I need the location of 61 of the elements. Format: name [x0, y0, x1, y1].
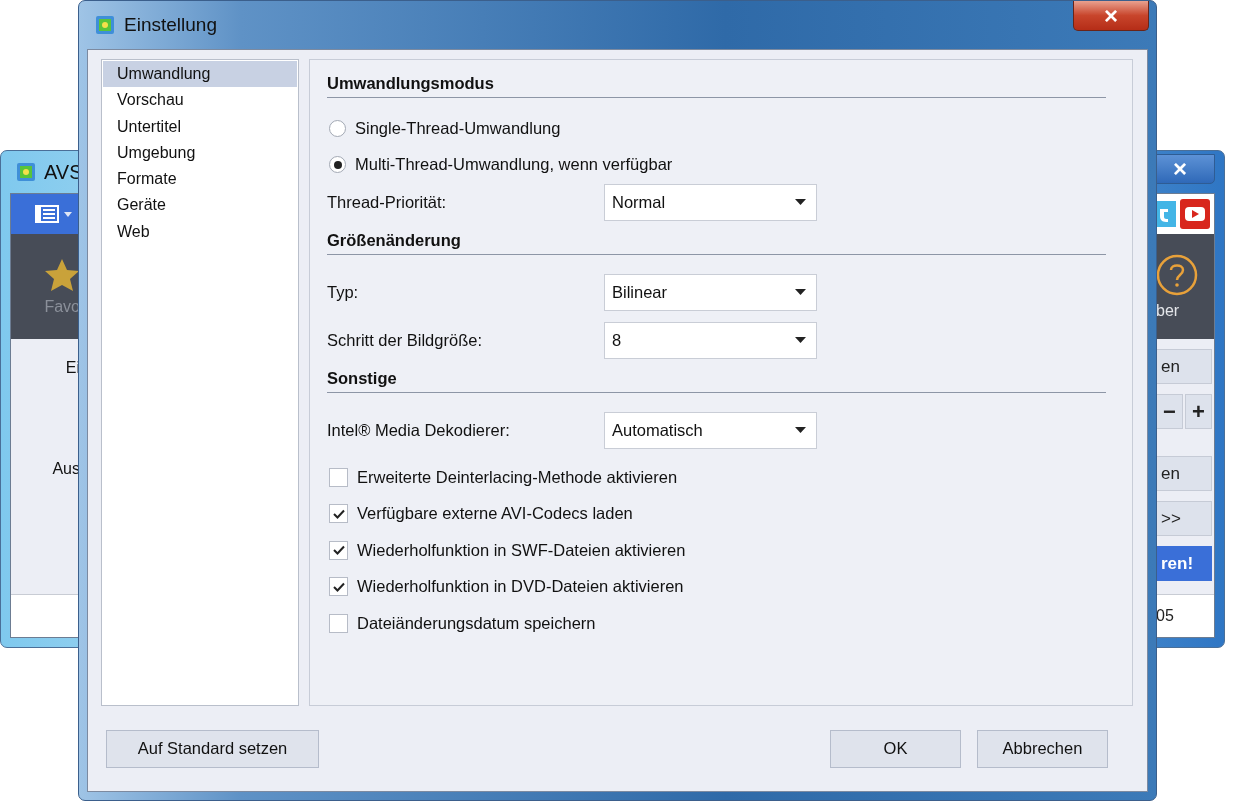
sidebar-item[interactable]: Formate — [103, 166, 297, 193]
button[interactable]: >> — [1156, 501, 1212, 536]
button[interactable]: en — [1156, 456, 1212, 491]
close-button[interactable]: × — [1073, 1, 1149, 31]
reset-button[interactable]: Auf Standard setzen — [106, 729, 319, 768]
dropdown[interactable]: Automatisch — [604, 411, 817, 449]
field-label: Schritt der Bildgröße: — [327, 330, 483, 350]
radio-button[interactable] — [329, 156, 346, 174]
button[interactable]: ren! — [1156, 546, 1212, 581]
list-icon — [35, 205, 59, 223]
dropdown[interactable]: Bilinear — [604, 273, 817, 311]
option-label: Single-Thread-Umwandlung — [355, 118, 561, 138]
button[interactable]: en — [1156, 349, 1212, 384]
checkbox[interactable] — [329, 540, 348, 560]
sidebar-item[interactable]: Vorschau — [103, 87, 297, 114]
field-label: Intel® Media Dekodierer: — [327, 420, 511, 440]
question-icon — [1156, 253, 1198, 296]
section-heading: Umwandlungsmodus — [327, 74, 1106, 98]
app-icon — [16, 162, 36, 182]
section-heading: Größenänderung — [327, 231, 1106, 255]
caret-icon — [64, 211, 72, 217]
checkbox[interactable] — [329, 577, 348, 597]
tab-label[interactable]: ber — [1156, 301, 1180, 320]
checkbox[interactable] — [329, 467, 348, 487]
option-label: Erweiterte Deinterlacing-Methode aktivieren — [357, 467, 678, 487]
sidebar-item[interactable]: Umwandlung — [103, 61, 297, 88]
app-icon — [95, 15, 115, 35]
check-icon — [332, 545, 345, 556]
play-icon — [1180, 199, 1210, 229]
checkbox[interactable] — [329, 613, 348, 633]
field-label: Typ: — [327, 282, 360, 302]
caret-icon — [795, 199, 806, 205]
option-label: Verfügbare externe AVI-Codecs laden — [357, 504, 633, 524]
dropdown[interactable]: Normal — [604, 183, 817, 221]
option-label: Wiederholfunktion in DVD-Dateien aktivieren — [357, 577, 684, 597]
window-title: Einstellung — [124, 14, 217, 36]
status-bar — [11, 594, 80, 637]
status-text: 05 — [1156, 607, 1174, 625]
button[interactable]: Abbrechen — [977, 729, 1108, 768]
option-label: Wiederholfunktion in SWF-Dateien aktivieren — [357, 540, 686, 560]
check-icon — [332, 508, 345, 519]
button[interactable]: + — [1185, 394, 1212, 429]
dropdown[interactable]: 8 — [604, 321, 817, 359]
sidebar-item[interactable]: Geräte — [103, 192, 297, 219]
radio-button[interactable] — [329, 119, 346, 137]
caret-icon — [795, 337, 806, 343]
caret-icon — [795, 289, 806, 295]
section-heading: Sonstige — [327, 369, 1106, 393]
button[interactable]: − — [1156, 394, 1183, 429]
check-icon — [332, 581, 345, 592]
star-icon — [44, 257, 80, 292]
caret-icon — [795, 427, 806, 433]
option-label: Dateiänderungsdatum speichern — [357, 613, 596, 633]
sidebar-item[interactable]: Web — [103, 218, 297, 246]
field-label: Thread-Priorität: — [327, 192, 448, 212]
sidebar-item[interactable]: Untertitel — [103, 113, 297, 140]
option-label: Multi-Thread-Umwandlung, wenn verfügbar — [355, 155, 673, 175]
field-label: Aus — [52, 460, 80, 478]
button[interactable]: OK — [830, 729, 961, 768]
checkbox[interactable] — [329, 504, 348, 524]
sidebar-item[interactable]: Umgebung — [103, 139, 297, 167]
